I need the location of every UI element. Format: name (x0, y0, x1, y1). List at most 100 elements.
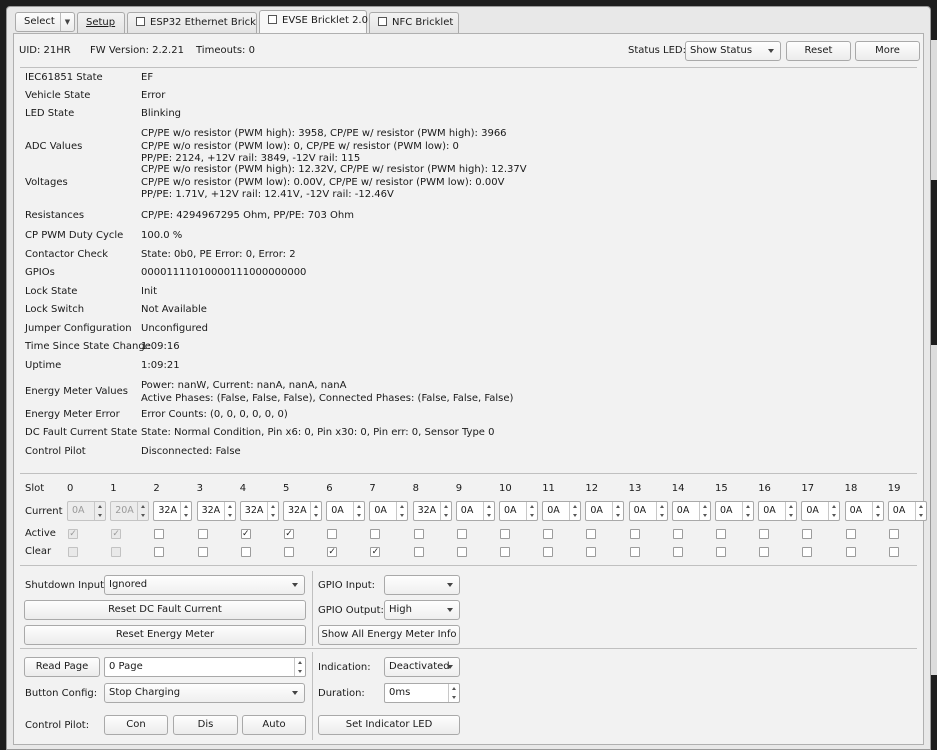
gpio-output-combo[interactable]: High (384, 600, 460, 620)
select-dropdown[interactable]: Select ▼ (15, 12, 75, 32)
shutdown-input-combo[interactable]: Ignored (104, 575, 305, 595)
slot-active-checkbox[interactable] (456, 529, 467, 539)
slot-current-spinbox[interactable]: 0A (801, 501, 841, 521)
spin-arrows-icon[interactable] (137, 502, 148, 520)
button-config-combo[interactable]: Stop Charging (104, 683, 305, 703)
spin-arrows-icon[interactable] (353, 502, 364, 520)
spin-arrows-icon[interactable] (448, 684, 459, 702)
slot-active-checkbox[interactable] (716, 529, 726, 539)
slot-active-checkbox[interactable] (672, 529, 683, 539)
reset-dc-fault-button[interactable]: Reset DC Fault Current (24, 600, 306, 620)
spin-arrows-icon[interactable] (180, 502, 191, 520)
tab-esp32-ethernet-brick[interactable]: ESP32 Ethernet Brick (127, 12, 257, 33)
slot-clear-checkbox[interactable] (154, 547, 165, 557)
slot-clear-checkbox[interactable] (68, 547, 78, 557)
slot-current-spinbox[interactable]: 0A (844, 501, 884, 521)
slot-active-checkbox[interactable] (543, 529, 554, 539)
slot-current-spinbox[interactable]: 32A (196, 501, 236, 521)
slot-clear-checkbox[interactable]: ✓ (327, 547, 338, 557)
more-button[interactable]: More (855, 41, 920, 61)
slot-active-checkbox[interactable] (413, 529, 424, 539)
slot-current-spinbox[interactable]: 0A (628, 501, 668, 521)
slot-clear-checkbox[interactable] (284, 547, 294, 557)
slot-active-checkbox[interactable] (197, 529, 208, 539)
slot-clear-checkbox[interactable] (845, 547, 856, 557)
slot-clear-checkbox[interactable] (888, 547, 899, 557)
gpio-input-combo[interactable] (384, 575, 460, 595)
slot-current-spinbox[interactable]: 0A (67, 501, 106, 521)
reset-energy-meter-button[interactable]: Reset Energy Meter (24, 625, 306, 645)
slot-active-checkbox[interactable] (629, 529, 640, 539)
reset-button[interactable]: Reset (786, 41, 851, 61)
slot-clear-checkbox[interactable] (413, 547, 424, 557)
slot-active-checkbox[interactable] (586, 529, 597, 539)
slot-current-spinbox[interactable]: 0A (455, 501, 495, 521)
slot-current-spinbox[interactable]: 32A (153, 501, 193, 521)
spin-arrows-icon[interactable] (698, 502, 710, 520)
spin-arrows-icon[interactable] (742, 502, 753, 520)
tab-evse-bricklet[interactable]: EVSE Bricklet 2.0 (259, 10, 368, 34)
spin-arrows-icon[interactable] (439, 502, 451, 520)
slot-active-checkbox[interactable] (154, 529, 165, 539)
tab-setup[interactable]: Setup (77, 12, 125, 33)
tab-nfc-bricklet[interactable]: NFC Bricklet (369, 12, 459, 33)
slot-current-spinbox[interactable]: 0A (499, 501, 538, 521)
slot-active-checkbox[interactable]: ✓ (68, 529, 78, 539)
spin-arrows-icon[interactable] (94, 502, 105, 520)
slot-current-spinbox[interactable]: 0A (887, 501, 927, 521)
slot-active-checkbox[interactable] (500, 529, 510, 539)
slot-current-spinbox[interactable]: 0A (369, 501, 409, 521)
slot-clear-checkbox[interactable] (629, 547, 640, 557)
status-led-combo[interactable]: Show Status (685, 41, 781, 61)
slot-current-spinbox[interactable]: 32A (283, 501, 322, 521)
spin-arrows-icon[interactable] (294, 658, 305, 676)
slot-current-spinbox[interactable]: 0A (758, 501, 798, 521)
control-pilot-con-button[interactable]: Con (104, 715, 168, 735)
slot-active-checkbox[interactable] (845, 529, 856, 539)
slot-clear-checkbox[interactable] (716, 547, 726, 557)
slot-current-spinbox[interactable]: 0A (326, 501, 366, 521)
slot-active-checkbox[interactable] (802, 529, 813, 539)
slot-current-spinbox[interactable]: 0A (715, 501, 754, 521)
slot-clear-checkbox[interactable] (456, 547, 467, 557)
spin-arrows-icon[interactable] (310, 502, 321, 520)
spin-arrows-icon[interactable] (785, 502, 796, 520)
slot-clear-checkbox[interactable] (759, 547, 770, 557)
duration-spinbox[interactable]: 0ms (384, 683, 460, 703)
slot-clear-checkbox[interactable]: ✓ (370, 547, 381, 557)
spin-arrows-icon[interactable] (526, 502, 537, 520)
slot-current-spinbox[interactable]: 32A (239, 501, 279, 521)
spin-arrows-icon[interactable] (396, 502, 407, 520)
slot-clear-checkbox[interactable] (543, 547, 554, 557)
slot-current-spinbox[interactable]: 20A (110, 501, 150, 521)
slot-active-checkbox[interactable] (327, 529, 338, 539)
slot-active-checkbox[interactable] (888, 529, 899, 539)
spin-arrows-icon[interactable] (828, 502, 839, 520)
slot-clear-checkbox[interactable] (802, 547, 813, 557)
show-all-energy-meter-info-button[interactable]: Show All Energy Meter Info (318, 625, 460, 645)
slot-active-checkbox[interactable]: ✓ (111, 529, 122, 539)
spin-arrows-icon[interactable] (266, 502, 278, 520)
slot-current-spinbox[interactable]: 32A (412, 501, 452, 521)
slot-current-spinbox[interactable]: 0A (542, 501, 582, 521)
spin-arrows-icon[interactable] (914, 502, 926, 520)
page-spinbox[interactable]: 0 Page (104, 657, 306, 677)
spin-arrows-icon[interactable] (612, 502, 623, 520)
set-indicator-led-button[interactable]: Set Indicator LED (318, 715, 460, 735)
slot-clear-checkbox[interactable] (240, 547, 251, 557)
slot-clear-checkbox[interactable] (586, 547, 597, 557)
slot-active-checkbox[interactable]: ✓ (284, 529, 294, 539)
slot-clear-checkbox[interactable] (500, 547, 510, 557)
control-pilot-auto-button[interactable]: Auto (242, 715, 306, 735)
slot-active-checkbox[interactable] (370, 529, 381, 539)
indication-combo[interactable]: Deactivated (384, 657, 460, 677)
slot-clear-checkbox[interactable] (197, 547, 208, 557)
slot-active-checkbox[interactable]: ✓ (240, 529, 251, 539)
spin-arrows-icon[interactable] (871, 502, 883, 520)
slot-clear-checkbox[interactable] (111, 547, 122, 557)
slot-current-spinbox[interactable]: 0A (671, 501, 711, 521)
spin-arrows-icon[interactable] (569, 502, 580, 520)
read-page-button[interactable]: Read Page (24, 657, 100, 677)
spin-arrows-icon[interactable] (223, 502, 235, 520)
spin-arrows-icon[interactable] (482, 502, 494, 520)
